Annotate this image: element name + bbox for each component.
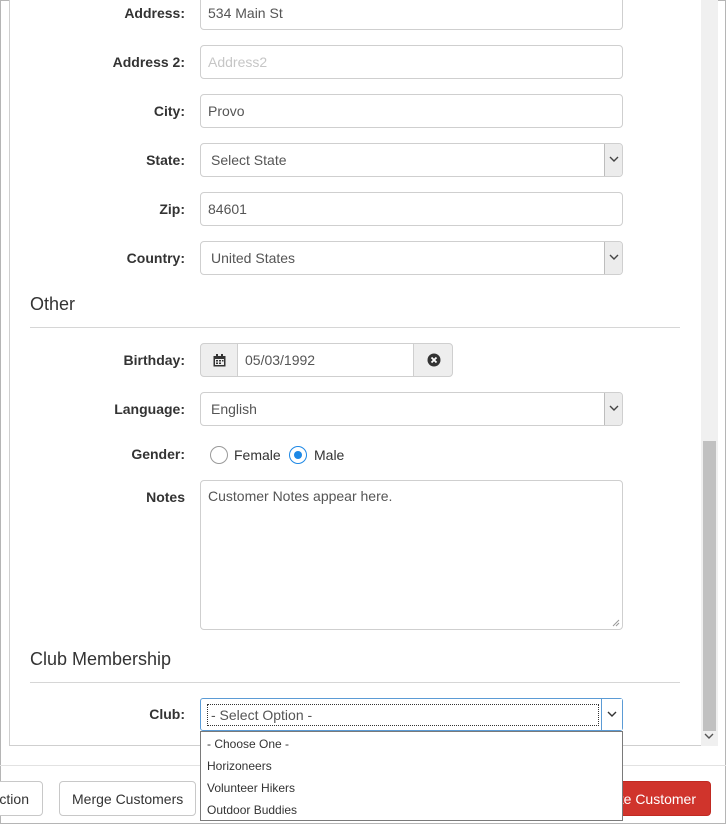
zip-field[interactable]: 84601 bbox=[200, 192, 623, 226]
club-option[interactable]: Volunteer Hikers bbox=[201, 777, 622, 799]
club-option[interactable]: - Choose One - bbox=[201, 733, 622, 755]
birthday-field[interactable]: 05/03/1992 bbox=[237, 343, 414, 377]
notes-text: Customer Notes appear here. bbox=[208, 488, 393, 504]
language-label: Language: bbox=[114, 401, 185, 417]
gender-male-radio[interactable] bbox=[289, 446, 307, 464]
city-label: City: bbox=[153, 103, 185, 119]
club-option[interactable]: Horizoneers bbox=[201, 755, 622, 777]
birthday-date-picker: 05/03/1992 bbox=[200, 343, 453, 377]
calendar-icon bbox=[213, 354, 226, 367]
merge-customers-button[interactable]: Merge Customers bbox=[59, 781, 196, 816]
scroll-down-arrow-icon[interactable] bbox=[704, 732, 714, 740]
state-select-value: Select State bbox=[211, 152, 287, 168]
gender-label: Gender: bbox=[131, 446, 185, 462]
city-field[interactable]: Provo bbox=[200, 94, 623, 128]
scrollbar-thumb[interactable] bbox=[703, 441, 716, 731]
address-field[interactable]: 534 Main St bbox=[200, 0, 623, 30]
club-select[interactable]: - Select Option - bbox=[200, 698, 623, 731]
country-select-value: United States bbox=[211, 250, 296, 266]
calendar-button[interactable] bbox=[200, 343, 238, 377]
clear-circle-icon bbox=[427, 353, 441, 367]
country-select[interactable]: United States bbox=[200, 241, 623, 275]
clear-date-button[interactable] bbox=[413, 343, 453, 377]
save-customer-label: te Customer bbox=[619, 791, 696, 807]
gender-female-label: Female bbox=[234, 447, 281, 463]
country-label: Country: bbox=[126, 250, 185, 266]
club-section-title: Club Membership bbox=[30, 649, 172, 669]
action-button[interactable]: ction bbox=[0, 781, 43, 816]
chevron-down-icon bbox=[604, 144, 622, 176]
vertical-scrollbar[interactable] bbox=[701, 0, 718, 746]
address2-field[interactable]: Address2 bbox=[200, 45, 623, 79]
state-label: State: bbox=[146, 152, 185, 168]
address2-label: Address 2: bbox=[112, 54, 185, 70]
section-divider bbox=[30, 682, 680, 683]
club-label: Club: bbox=[149, 706, 185, 722]
chevron-down-icon bbox=[601, 699, 622, 730]
club-option[interactable]: Outdoor Buddies bbox=[201, 799, 622, 821]
chevron-down-icon bbox=[604, 242, 622, 274]
address-label: Address: bbox=[124, 5, 185, 21]
gender-male-label: Male bbox=[314, 447, 345, 463]
birthday-label: Birthday: bbox=[123, 352, 185, 368]
zip-label: Zip: bbox=[159, 201, 185, 217]
notes-label: Notes bbox=[146, 489, 185, 505]
state-select[interactable]: Select State bbox=[200, 143, 623, 177]
section-divider bbox=[30, 327, 680, 328]
club-dropdown-list: - Choose One - Horizoneers Volunteer Hik… bbox=[200, 731, 623, 821]
other-section-title: Other bbox=[30, 294, 76, 314]
language-select-value: English bbox=[211, 401, 257, 417]
gender-female-radio[interactable] bbox=[210, 446, 228, 464]
notes-textarea[interactable]: Customer Notes appear here. bbox=[200, 480, 623, 630]
resize-grip-icon[interactable] bbox=[612, 619, 620, 627]
language-select[interactable]: English bbox=[200, 392, 623, 426]
chevron-down-icon bbox=[604, 393, 622, 425]
club-select-value: - Select Option - bbox=[207, 704, 599, 726]
